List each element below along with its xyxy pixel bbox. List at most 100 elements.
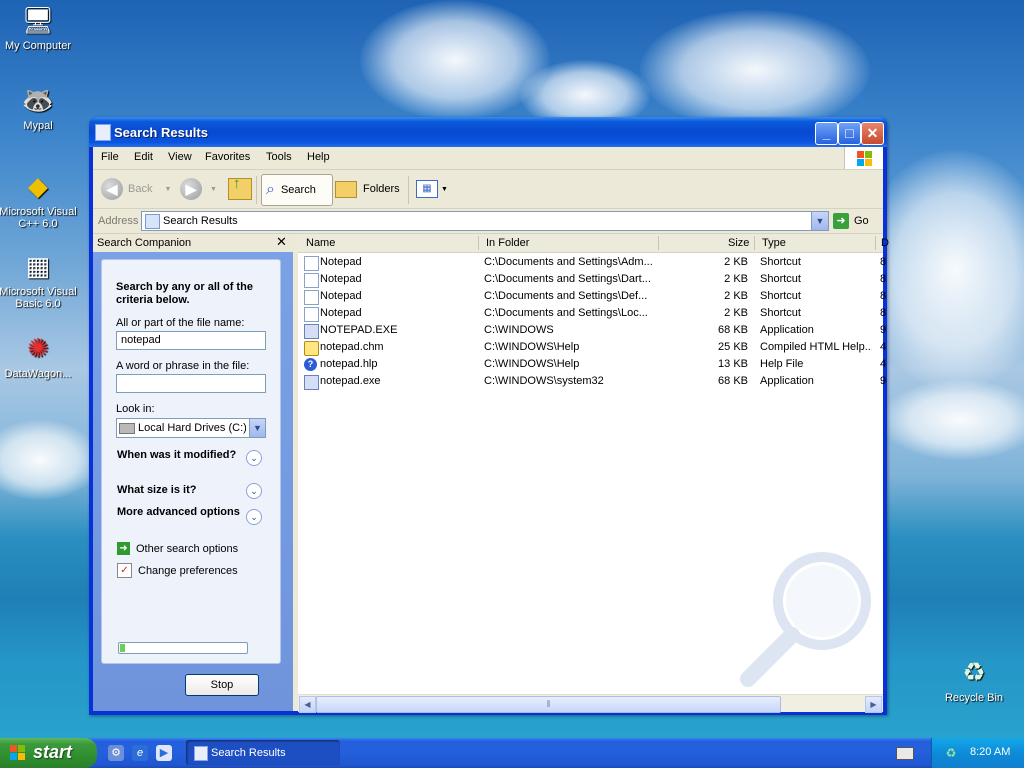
table-row[interactable]: notepad.exe C:\WINDOWS\system32 68 KB Appli… <box>298 373 887 390</box>
green-arrow-icon: ➜ <box>117 542 130 555</box>
cell-type: Shortcut <box>760 290 801 302</box>
maximize-button[interactable]: □ <box>838 122 861 145</box>
scroll-right-button[interactable]: ▶ <box>865 696 882 713</box>
folders-button[interactable]: Folders <box>335 174 400 204</box>
desktop-icon-recycle-bin[interactable]: ♻ Recycle Bin <box>931 656 1017 705</box>
lookin-select[interactable]: Local Hard Drives (C:) ▼ <box>116 418 266 438</box>
preferences-icon: ✓ <box>117 563 132 578</box>
when-modified-section[interactable]: When was it modified? <box>117 449 247 462</box>
more-advanced-options-section[interactable]: More advanced options <box>117 506 247 519</box>
help-file-icon: ? <box>304 358 317 371</box>
desktop-icon-my-computer[interactable]: 🖥 My Computer <box>0 4 81 53</box>
column-divider[interactable] <box>658 236 659 250</box>
minimize-button[interactable]: _ <box>815 122 838 145</box>
close-button[interactable]: ✕ <box>861 122 884 145</box>
table-row[interactable]: Notepad C:\Documents and Settings\Loc... 2… <box>298 305 886 322</box>
menu-view[interactable]: View <box>168 151 192 163</box>
scroll-thumb[interactable]: ⦀ <box>316 696 781 713</box>
back-button[interactable]: ◀ Back ▼ <box>101 174 171 204</box>
menu-file[interactable]: File <box>101 151 119 163</box>
address-dropdown-button[interactable]: ▼ <box>811 212 828 230</box>
filename-input[interactable]: notepad <box>116 331 266 350</box>
cell-size: 68 KB <box>718 375 748 387</box>
cell-type: Shortcut <box>760 307 801 319</box>
taskbar: start ⚙ e ▶ Search Results ♻ 8:20 AM <box>0 738 1024 768</box>
table-row[interactable]: Notepad C:\Documents and Settings\Def... 2… <box>298 288 887 305</box>
column-header-in-folder[interactable]: In Folder <box>486 237 529 249</box>
table-row[interactable]: ? notepad.hlp C:\WINDOWS\Help 13 KB Help Fil… <box>298 356 887 373</box>
cell-date: 9 <box>880 324 887 336</box>
up-folder-icon: ↑ <box>228 175 252 200</box>
other-search-options-link[interactable]: ➜ Other search options <box>117 542 238 555</box>
clock[interactable]: 8:20 AM <box>970 746 1010 758</box>
what-size-section[interactable]: What size is it? <box>117 484 247 497</box>
column-divider[interactable] <box>875 236 876 250</box>
forward-button[interactable]: ▶ ▼ <box>180 174 217 204</box>
cell-date: 4 <box>880 358 887 370</box>
taskbar-button-search-results[interactable]: Search Results <box>186 740 340 765</box>
other-search-options-label: Other search options <box>136 542 239 555</box>
stop-button[interactable]: Stop <box>185 674 259 696</box>
menu-tools[interactable]: Tools <box>266 151 292 163</box>
back-arrow-icon: ◀ <box>101 178 123 200</box>
column-divider[interactable] <box>754 236 755 250</box>
menu-favorites[interactable]: Favorites <box>205 151 250 163</box>
hard-drive-icon <box>119 423 135 434</box>
cell-name: Notepad <box>320 256 362 268</box>
taskbar-button-label: Search Results <box>211 747 286 759</box>
show-desktop-icon[interactable]: ⚙ <box>108 745 124 761</box>
window-title: Search Results <box>114 125 208 140</box>
close-pane-icon[interactable]: ✕ <box>276 234 287 250</box>
media-player-icon[interactable]: ▶ <box>156 745 172 761</box>
up-folder-button[interactable]: ↑ <box>228 174 252 204</box>
column-header-name[interactable]: Name <box>306 237 335 249</box>
chevron-down-icon[interactable]: ⌄ <box>246 450 262 466</box>
address-field[interactable]: Search Results ▼ <box>141 211 829 231</box>
cell-folder: C:\Documents and Settings\Loc... <box>484 307 648 319</box>
network-icon[interactable]: ♻ <box>943 745 959 761</box>
change-preferences-link[interactable]: ✓ Change preferences <box>117 563 238 578</box>
table-row[interactable]: notepad.chm C:\WINDOWS\Help 25 KB Compiled … <box>298 339 886 356</box>
table-row[interactable]: Notepad C:\Documents and Settings\Adm... 2… <box>298 254 886 271</box>
chevron-down-icon[interactable]: ⌄ <box>246 483 262 499</box>
help-book-icon <box>304 341 319 356</box>
desktop-icon-visual-cpp[interactable]: ◆ Microsoft Visual C++ 6.0 <box>0 170 81 231</box>
desktop-icon-visual-basic[interactable]: ▦ Microsoft Visual Basic 6.0 <box>0 250 81 311</box>
search-icon: ⌕ <box>266 181 275 198</box>
table-row[interactable]: NOTEPAD.EXE C:\WINDOWS 68 KB Application 9 <box>298 322 887 339</box>
horizontal-scrollbar[interactable]: ◀ ⦀ ▶ <box>298 694 883 713</box>
results-list: Name In Folder Size Type D Notepad C:\Doc… <box>298 234 889 711</box>
keyboard-icon[interactable] <box>896 747 914 760</box>
column-header-size[interactable]: Size <box>728 237 749 249</box>
column-header-date[interactable]: D <box>881 237 889 249</box>
menu-help[interactable]: Help <box>307 151 330 163</box>
folders-label: Folders <box>363 183 400 195</box>
menu-edit[interactable]: Edit <box>134 151 153 163</box>
lookin-value: Local Hard Drives (C:) <box>138 422 247 434</box>
chevron-down-icon[interactable]: ⌄ <box>246 509 262 525</box>
filename-label: All or part of the file name: <box>116 317 245 329</box>
phrase-label: A word or phrase in the file: <box>116 360 250 372</box>
phrase-input[interactable] <box>116 374 266 393</box>
lookin-dropdown-button[interactable]: ▼ <box>249 419 265 437</box>
table-row[interactable]: Notepad C:\Documents and Settings\Dart...… <box>298 271 886 288</box>
column-header-type[interactable]: Type <box>762 237 786 249</box>
views-grid-icon: ▦ <box>416 180 438 198</box>
cell-folder: C:\WINDOWS\system32 <box>484 375 604 387</box>
desktop-icon-mypal[interactable]: 🦝 Mypal <box>0 84 81 133</box>
cell-type: Shortcut <box>760 256 801 268</box>
views-button[interactable]: ▦ ▼ <box>416 174 448 204</box>
scroll-left-button[interactable]: ◀ <box>299 696 316 713</box>
internet-explorer-icon[interactable]: e <box>132 745 148 761</box>
cell-name: Notepad <box>320 307 362 319</box>
views-dropdown-icon: ▼ <box>441 185 448 193</box>
search-button[interactable]: ⌕ Search <box>261 174 333 206</box>
column-divider[interactable] <box>478 236 479 250</box>
desktop-icon-datawagon[interactable]: ✺ DataWagon... <box>0 332 81 381</box>
cell-folder: C:\Documents and Settings\Dart... <box>484 273 651 285</box>
window-titlebar[interactable]: Search Results _ □ ✕ <box>89 117 887 147</box>
cell-date: 9 <box>880 375 887 387</box>
start-button[interactable]: start <box>0 738 97 768</box>
go-button[interactable]: ➜ Go <box>833 212 869 230</box>
cell-date: 8 <box>880 290 887 302</box>
